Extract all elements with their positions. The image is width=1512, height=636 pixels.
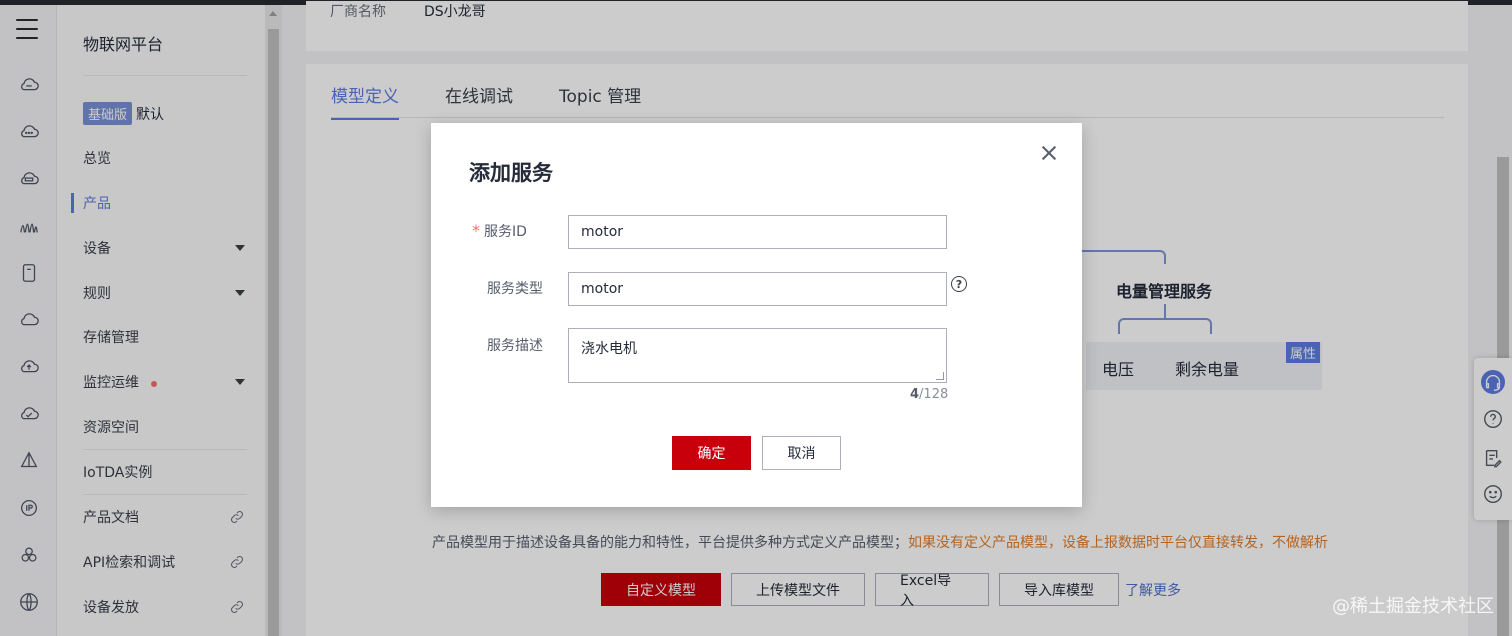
service-id-label: * 服务ID	[472, 221, 527, 241]
dialog-title: 添加服务	[469, 161, 553, 185]
service-desc-value: 浇水电机	[581, 341, 637, 357]
question-icon[interactable]: ?	[951, 276, 967, 292]
confirm-button[interactable]: 确定	[672, 436, 751, 470]
watermark: @稀土掘金技术社区	[1332, 596, 1494, 617]
char-count-current: 4	[910, 387, 920, 402]
close-icon[interactable]	[1041, 145, 1057, 161]
required-asterisk-icon: *	[472, 221, 480, 240]
resize-handle-icon[interactable]	[936, 372, 944, 380]
service-id-label-text: 服务ID	[484, 224, 527, 240]
service-desc-textarea[interactable]: 浇水电机	[568, 328, 947, 383]
char-count-max: /128	[919, 387, 949, 402]
service-type-label: 服务类型	[487, 281, 543, 297]
cancel-button[interactable]: 取消	[762, 436, 841, 470]
char-counter: 4/128	[910, 387, 948, 402]
service-desc-label: 服务描述	[487, 338, 543, 354]
add-service-dialog: 添加服务 * 服务ID motor 服务类型 motor ? 服务描述 浇水电机 …	[431, 123, 1082, 507]
service-type-input[interactable]: motor	[568, 272, 947, 306]
service-id-input[interactable]: motor	[568, 215, 947, 249]
